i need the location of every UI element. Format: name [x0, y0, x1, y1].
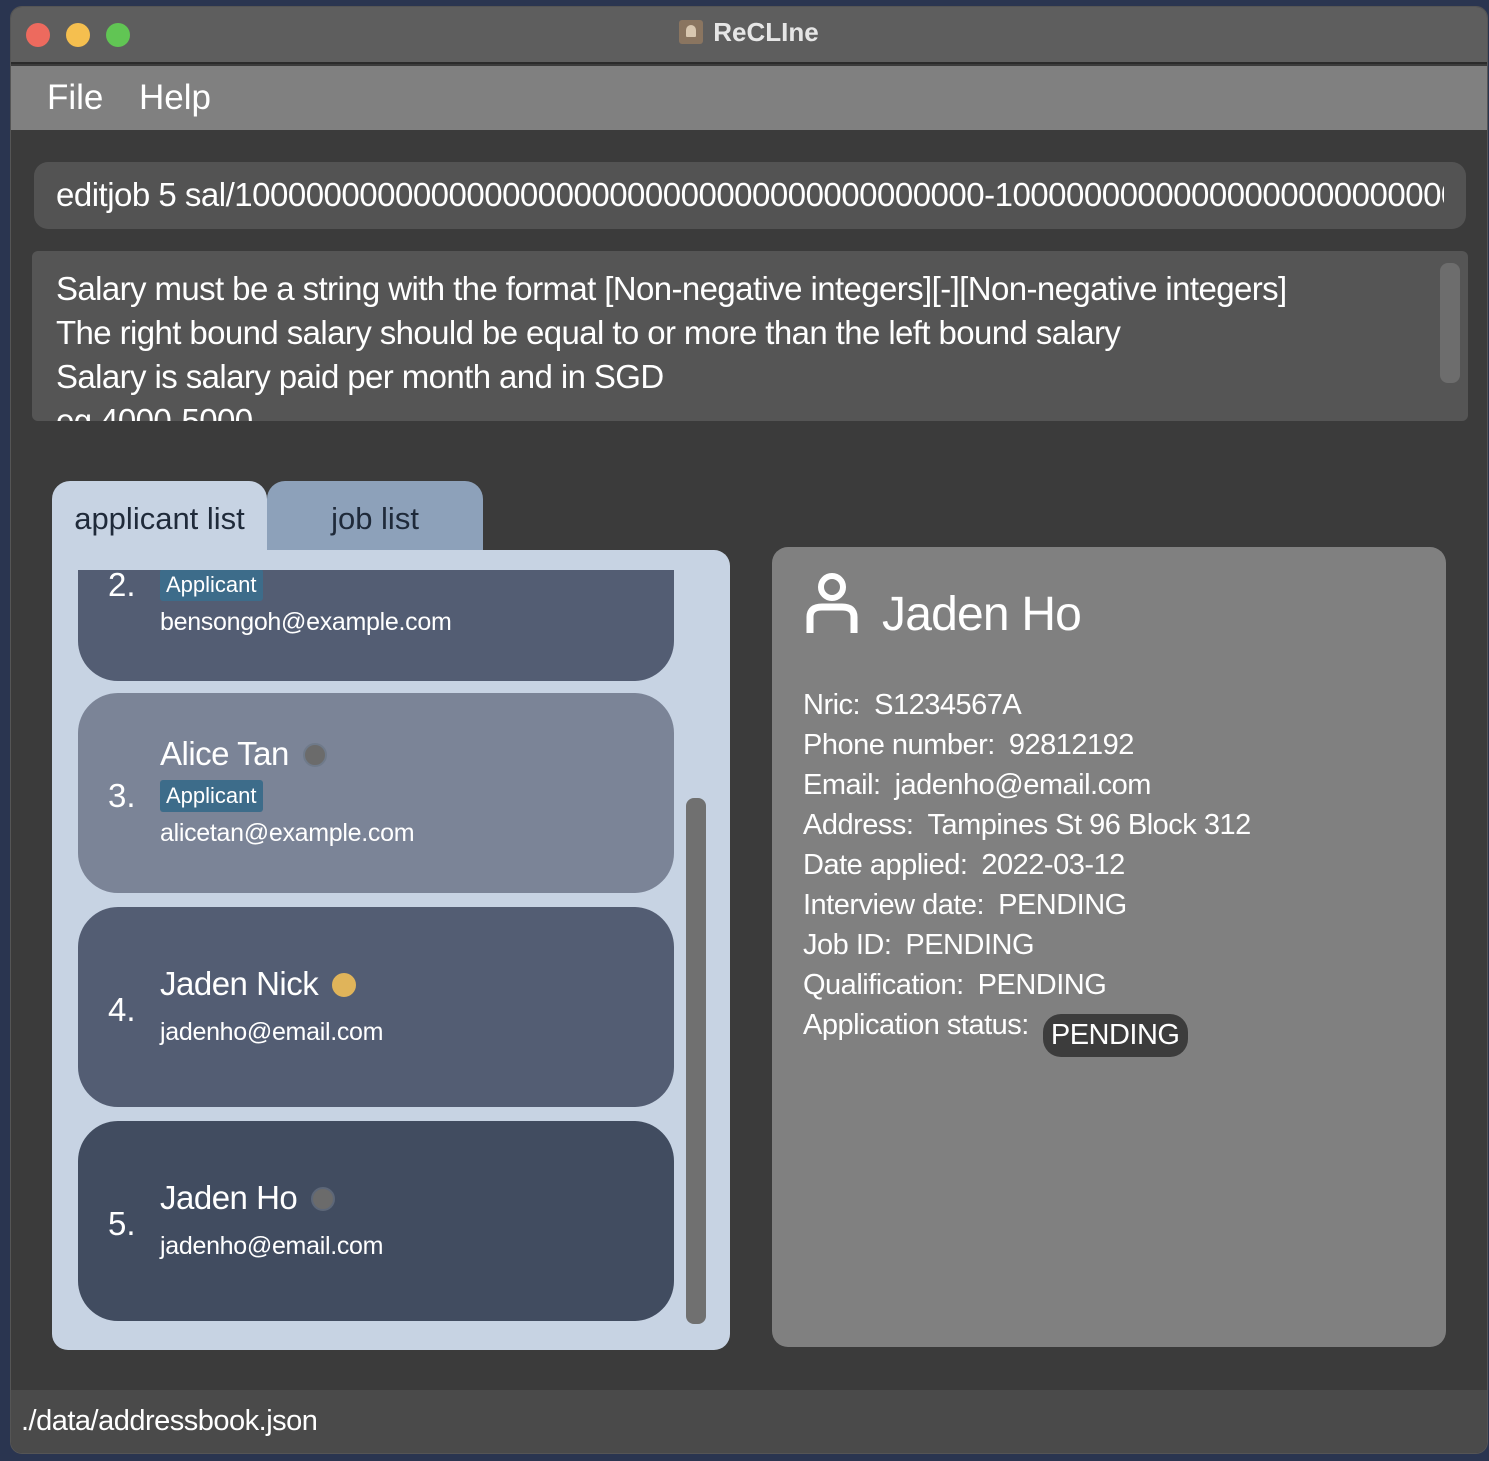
- result-scrollbar[interactable]: [1440, 263, 1460, 383]
- card-index: 2.: [108, 570, 136, 603]
- result-display: Salary must be a string with the format …: [32, 251, 1468, 421]
- card-name: Alice Tan: [160, 735, 289, 772]
- card-email: jadenho@email.com: [160, 1232, 384, 1260]
- card-index: 5.: [108, 1205, 136, 1242]
- applicant-list-panel: 2. Applicant bensongoh@example.com Alice…: [52, 550, 730, 1350]
- card-index: 3.: [108, 777, 136, 814]
- result-text: Salary must be a string with the format …: [56, 267, 1436, 421]
- applicant-tag: Applicant: [160, 570, 263, 601]
- result-line: The right bound salary should be equal t…: [56, 314, 1121, 351]
- detail-fields: Nric: S1234567A Phone number: 92812192 Ema…: [803, 689, 1251, 1057]
- applicant-card-selected[interactable]: Alice Tan 3. Applicant alicetan@example.…: [78, 693, 674, 893]
- field-value: PENDING: [998, 889, 1127, 921]
- data-file-path: ./data/addressbook.json: [21, 1405, 318, 1437]
- status-badge: PENDING: [1042, 1014, 1188, 1057]
- field-label: Address:: [803, 809, 914, 841]
- card-name-wrap: Jaden Ho: [160, 1179, 336, 1217]
- field-label: Email:: [803, 769, 881, 801]
- applicant-card[interactable]: Jaden Nick 4. jadenho@email.com: [78, 907, 674, 1107]
- applicant-tag: Applicant: [160, 780, 263, 812]
- app-icon: [679, 20, 704, 44]
- tab-applicant-list[interactable]: applicant list: [52, 481, 267, 553]
- status-bar: ./data/addressbook.json: [11, 1390, 1487, 1453]
- field-label: Qualification:: [803, 969, 964, 1001]
- result-line: Salary is salary paid per month and in S…: [56, 358, 664, 395]
- field-value: S1234567A: [874, 689, 1022, 721]
- field-interview-date: Interview date: PENDING: [803, 889, 1251, 929]
- title-bar: ReCLIne: [11, 7, 1487, 64]
- field-nric: Nric: S1234567A: [803, 689, 1251, 729]
- result-line: eg 4000-5000: [56, 402, 253, 421]
- field-address: Address: Tampines St 96 Block 312: [803, 809, 1251, 849]
- menu-file[interactable]: File: [47, 78, 103, 118]
- card-email: alicetan@example.com: [160, 819, 415, 847]
- field-email: Email: jadenho@email.com: [803, 769, 1251, 809]
- card-name: Jaden Ho: [160, 1179, 298, 1216]
- card-name: Jaden Nick: [160, 965, 319, 1002]
- window-title-wrap: ReCLIne: [11, 17, 1487, 48]
- field-label: Nric:: [803, 689, 861, 721]
- field-label: Interview date:: [803, 889, 985, 921]
- window-title: ReCLIne: [713, 17, 819, 47]
- applicant-list: 2. Applicant bensongoh@example.com Alice…: [78, 570, 674, 1330]
- field-value: 2022-03-12: [981, 849, 1125, 881]
- field-date-applied: Date applied: 2022-03-12: [803, 849, 1251, 889]
- result-line: Salary must be a string with the format …: [56, 270, 1287, 307]
- command-input[interactable]: [56, 172, 1444, 218]
- field-phone: Phone number: 92812192: [803, 729, 1251, 769]
- person-icon: [806, 573, 858, 633]
- field-value: PENDING: [905, 929, 1035, 961]
- field-qualification: Qualification: PENDING: [803, 969, 1251, 1009]
- field-label: Date applied:: [803, 849, 968, 881]
- status-dot: [311, 1187, 336, 1211]
- card-email: jadenho@email.com: [160, 1018, 384, 1046]
- command-box: [34, 162, 1466, 229]
- field-label: Application status:: [803, 1009, 1029, 1041]
- applicant-card[interactable]: Jaden Ho 5. jadenho@email.com: [78, 1121, 674, 1321]
- applicant-card[interactable]: 2. Applicant bensongoh@example.com: [78, 570, 674, 681]
- field-label: Job ID:: [803, 929, 892, 961]
- field-value: Tampines St 96 Block 312: [927, 809, 1251, 841]
- list-scrollbar[interactable]: [686, 798, 706, 1324]
- field-label: Phone number:: [803, 729, 995, 761]
- card-index: 4.: [108, 991, 136, 1028]
- detail-name: Jaden Ho: [882, 588, 1082, 641]
- applicant-detail-panel: Jaden Ho Nric: S1234567A Phone number: 928…: [772, 547, 1446, 1347]
- tab-job-list[interactable]: job list: [267, 481, 483, 553]
- field-value: jadenho@email.com: [894, 769, 1152, 801]
- field-value: 92812192: [1008, 729, 1135, 761]
- status-dot: [302, 743, 327, 767]
- status-dot: [332, 973, 357, 997]
- card-name-wrap: Jaden Nick: [160, 965, 357, 1003]
- card-email: bensongoh@example.com: [160, 608, 452, 636]
- app-window: ReCLIne File Help Salary must be a strin…: [10, 6, 1488, 1454]
- card-name-wrap: Alice Tan: [160, 735, 327, 773]
- field-job-id: Job ID: PENDING: [803, 929, 1251, 969]
- field-application-status: Application status: PENDING: [803, 1009, 1251, 1057]
- menu-bar: File Help: [11, 66, 1487, 130]
- menu-help[interactable]: Help: [139, 78, 211, 118]
- field-value: PENDING: [977, 969, 1107, 1001]
